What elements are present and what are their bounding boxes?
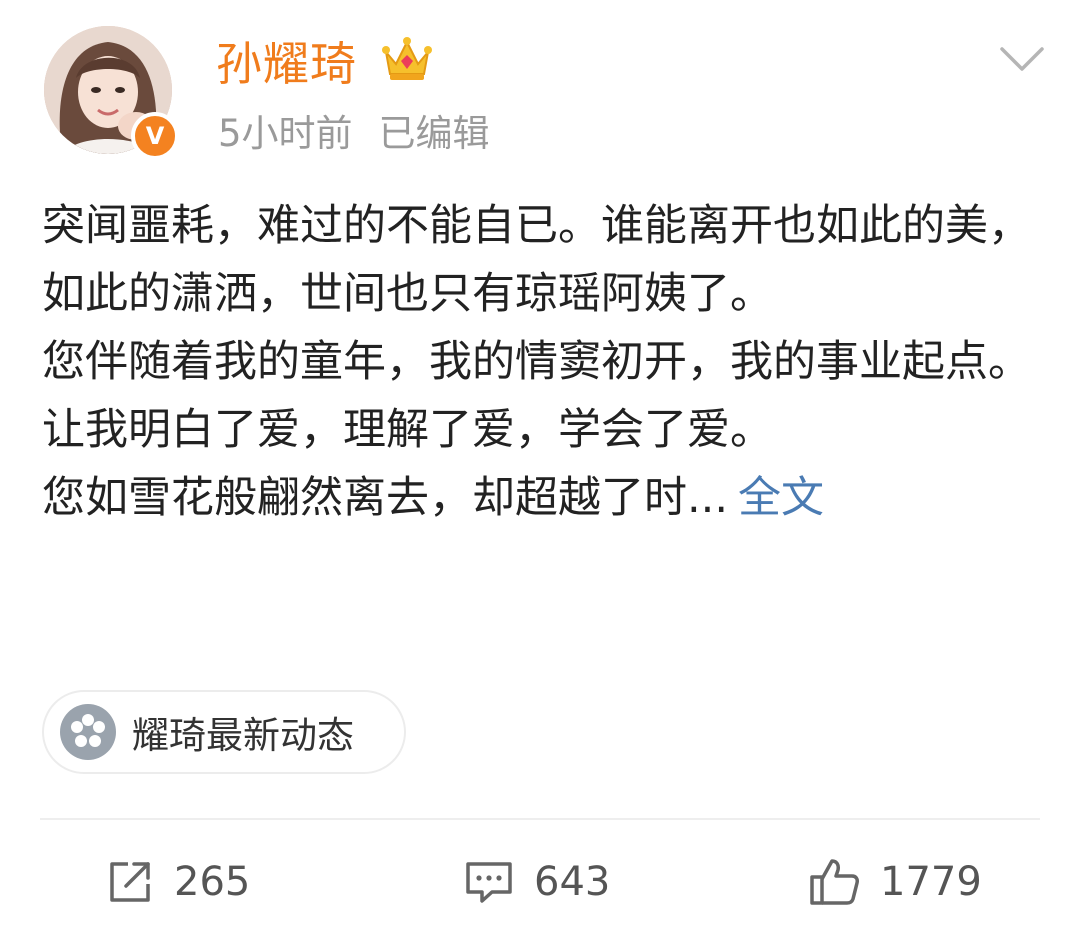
repost-icon [110,862,150,902]
post-meta: 5小时前 已编辑 [218,108,490,160]
topic-chip[interactable]: 耀琦最新动态 [42,690,406,774]
comment-icon [466,862,512,903]
content-paragraph-truncated: 您如雪花般翩然离去，却超越了时... 全文 [42,464,1032,532]
content-paragraph: 让我明白了爱，理解了爱，学会了爱。 [42,405,773,455]
repost-button[interactable]: 265 [104,852,250,912]
like-icon [810,859,859,905]
like-count: 1779 [880,859,982,905]
weibo-post-card: V 孙耀琦 5小时前 已编辑 突闻噩耗，难过的不能自已。谁能离开也如此的美，如此的… [0,0,1080,940]
topic-label: 耀琦最新动态 [132,714,354,757]
topic-flower-icon [60,704,116,760]
verified-badge-icon: V [131,112,179,160]
content-paragraph: 您伴随着我的童年，我的情窦初开，我的事业起点。 [42,337,1031,387]
comment-count: 643 [534,859,611,905]
post-time: 5小时前 [218,112,353,155]
edited-label[interactable]: 已编辑 [379,112,490,155]
content-paragraph: 突闻噩耗，难过的不能自已。谁能离开也如此的美，如此的潇洒，世间也只有琼瑶阿姨了。 [42,201,1031,319]
like-button[interactable]: 1779 [806,852,982,912]
author-name[interactable]: 孙耀琦 [216,34,357,94]
truncated-text: 您如雪花般翩然离去，却超越了时... [42,473,729,523]
post-content: 突闻噩耗，难过的不能自已。谁能离开也如此的美，如此的潇洒，世间也只有琼瑶阿姨了。… [42,192,1032,532]
vip-crown-icon[interactable] [380,34,434,84]
divider [40,818,1040,820]
repost-count: 265 [174,859,251,905]
chevron-down-icon[interactable] [998,44,1046,74]
comment-button[interactable]: 643 [462,852,610,912]
full-text-link[interactable]: 全文 [738,473,824,523]
